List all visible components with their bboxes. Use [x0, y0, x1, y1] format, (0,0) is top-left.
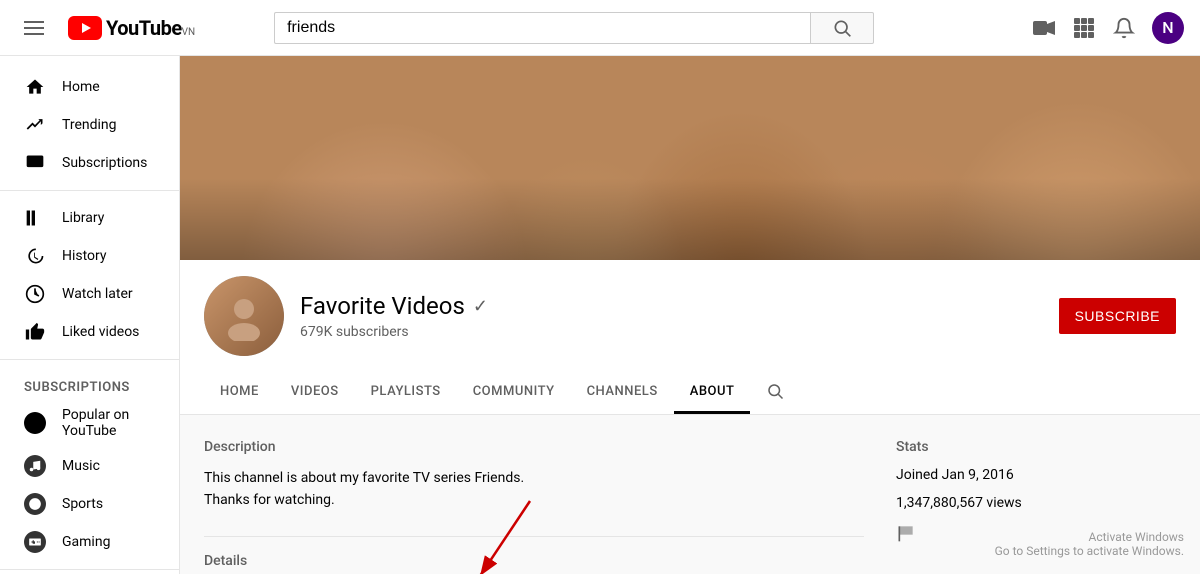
channel-banner	[180, 56, 1200, 260]
sidebar-item-sports[interactable]: Sports	[0, 485, 179, 523]
logo-text-group: YouTubeVN	[106, 16, 195, 40]
layout: Home Trending Subscriptions Library H	[0, 56, 1200, 574]
sidebar-divider-3	[0, 569, 179, 570]
tab-videos[interactable]: VIDEOS	[275, 372, 355, 414]
sidebar-label-music: Music	[62, 458, 100, 474]
history-icon	[24, 245, 46, 267]
sidebar-label-watch-later: Watch later	[62, 286, 133, 302]
header: YouTubeVN	[0, 0, 1200, 56]
channel-info: Favorite Videos ✓ 679K subscribers SUBSC…	[180, 260, 1200, 372]
search-button[interactable]	[810, 12, 874, 44]
sidebar-item-home[interactable]: Home	[0, 68, 179, 106]
sidebar-label-trending: Trending	[62, 117, 117, 133]
trending-icon	[24, 114, 46, 136]
subscriptions-icon	[24, 152, 46, 174]
youtube-logo-icon	[68, 16, 102, 40]
about-section: Description This channel is about my fav…	[180, 415, 1200, 574]
tab-channels[interactable]: CHANNELS	[571, 372, 674, 414]
channel-details: Favorite Videos ✓ 679K subscribers	[300, 292, 1043, 340]
sidebar-label-home: Home	[62, 79, 100, 95]
tab-home[interactable]: HOME	[204, 372, 275, 414]
hamburger-menu[interactable]	[16, 13, 52, 43]
sidebar-item-history[interactable]: History	[0, 237, 179, 275]
channel-avatar-image	[204, 276, 284, 356]
sidebar-label-history: History	[62, 248, 107, 264]
sidebar-item-liked-videos[interactable]: Liked videos	[0, 313, 179, 351]
music-icon	[24, 455, 46, 477]
description-heading: Description	[204, 439, 864, 455]
video-camera-icon[interactable]	[1032, 16, 1056, 40]
main-content: Favorite Videos ✓ 679K subscribers SUBSC…	[180, 56, 1200, 574]
verified-icon: ✓	[473, 296, 488, 317]
home-icon	[24, 76, 46, 98]
channel-name: Favorite Videos ✓	[300, 292, 1043, 320]
sidebar-item-library[interactable]: Library	[0, 199, 179, 237]
details-heading: Details	[204, 553, 864, 569]
tab-about[interactable]: ABOUT	[674, 372, 751, 414]
flag-icon[interactable]	[896, 523, 1176, 548]
sidebar-label-popular: Popular on YouTube	[62, 407, 155, 439]
about-left: Description This channel is about my fav…	[204, 439, 864, 574]
search-bar	[274, 12, 874, 44]
sidebar-label-library: Library	[62, 210, 104, 226]
liked-videos-icon	[24, 321, 46, 343]
popular-icon	[24, 412, 46, 434]
channel-subscribers: 679K subscribers	[300, 324, 1043, 340]
avatar[interactable]: N	[1152, 12, 1184, 44]
sidebar-divider-2	[0, 359, 179, 360]
header-right: N	[1032, 12, 1184, 44]
logo[interactable]: YouTubeVN	[68, 16, 195, 40]
stats-views: 1,347,880,567 views	[896, 495, 1176, 511]
sidebar-item-gaming[interactable]: Gaming	[0, 523, 179, 561]
channel-avatar	[204, 276, 284, 356]
sidebar-item-popular[interactable]: Popular on YouTube	[0, 399, 179, 447]
sidebar-label-sports: Sports	[62, 496, 103, 512]
apps-icon[interactable]	[1072, 16, 1096, 40]
sports-icon	[24, 493, 46, 515]
sidebar-item-trending[interactable]: Trending	[0, 106, 179, 144]
banner-image	[180, 56, 1200, 260]
sidebar-item-watch-later[interactable]: Watch later	[0, 275, 179, 313]
about-right: Stats Joined Jan 9, 2016 1,347,880,567 v…	[896, 439, 1176, 574]
subscribe-button[interactable]: SUBSCRIBE	[1059, 298, 1176, 334]
sidebar-label-gaming: Gaming	[62, 534, 110, 550]
watch-later-icon	[24, 283, 46, 305]
logo-text: YouTube	[106, 16, 182, 40]
tab-community[interactable]: COMMUNITY	[457, 372, 571, 414]
sidebar-label-subscriptions: Subscriptions	[62, 155, 147, 171]
sidebar-item-music[interactable]: Music	[0, 447, 179, 485]
sidebar-label-liked-videos: Liked videos	[62, 324, 139, 340]
subscriptions-section-title: SUBSCRIPTIONS	[0, 368, 179, 399]
library-icon	[24, 207, 46, 229]
sidebar: Home Trending Subscriptions Library H	[0, 56, 180, 574]
gaming-icon	[24, 531, 46, 553]
tab-playlists[interactable]: PLAYLISTS	[355, 372, 457, 414]
logo-country: VN	[182, 27, 196, 38]
search-icon	[832, 18, 852, 38]
header-left: YouTubeVN	[16, 13, 195, 43]
sidebar-divider-1	[0, 190, 179, 191]
about-description: This channel is about my favorite TV ser…	[204, 467, 864, 512]
tab-search-icon[interactable]	[758, 374, 792, 412]
stats-joined: Joined Jan 9, 2016	[896, 467, 1176, 483]
search-input[interactable]	[274, 12, 810, 44]
sidebar-item-subscriptions[interactable]: Subscriptions	[0, 144, 179, 182]
about-divider	[204, 536, 864, 537]
channel-tabs: HOME VIDEOS PLAYLISTS COMMUNITY CHANNELS…	[180, 372, 1200, 415]
stats-heading: Stats	[896, 439, 1176, 455]
notifications-icon[interactable]	[1112, 16, 1136, 40]
